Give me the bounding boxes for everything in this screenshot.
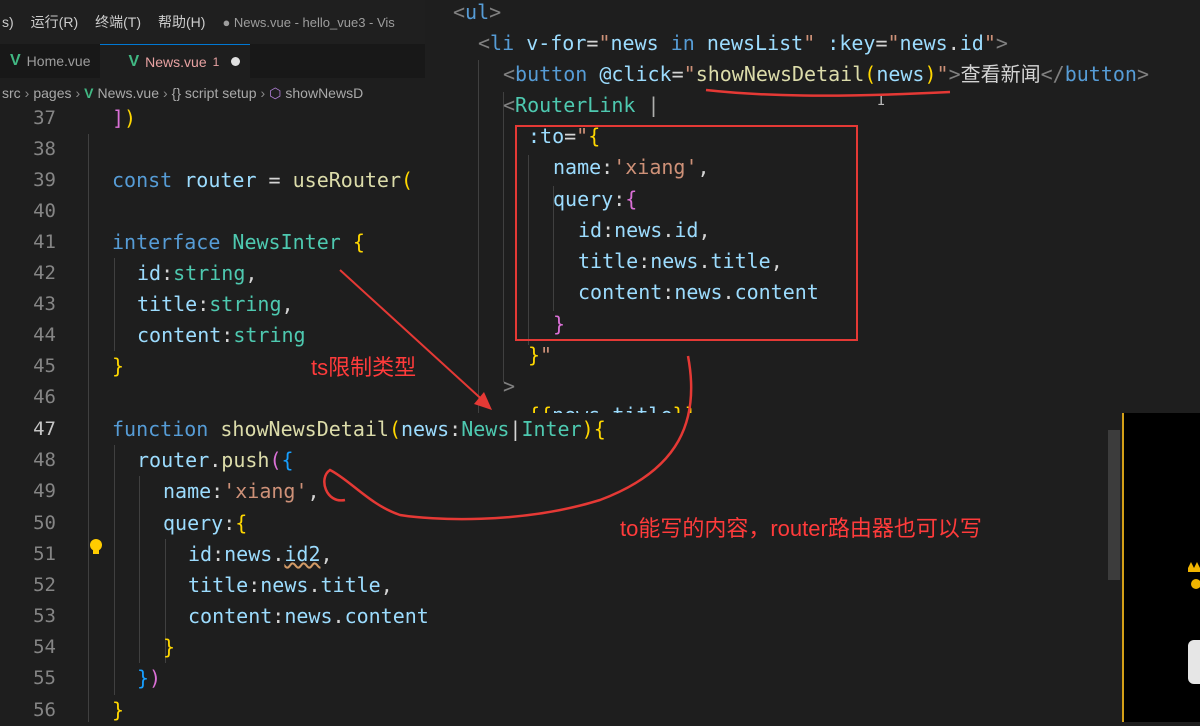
arrow-line bbox=[339, 269, 489, 406]
underline-stroke bbox=[705, 88, 951, 97]
annotation-router-note: to能写的内容，router路由器也可以写 bbox=[620, 516, 982, 541]
annotation-ts-note: ts限制类型 bbox=[311, 355, 417, 380]
annotation-strokes bbox=[323, 88, 951, 521]
